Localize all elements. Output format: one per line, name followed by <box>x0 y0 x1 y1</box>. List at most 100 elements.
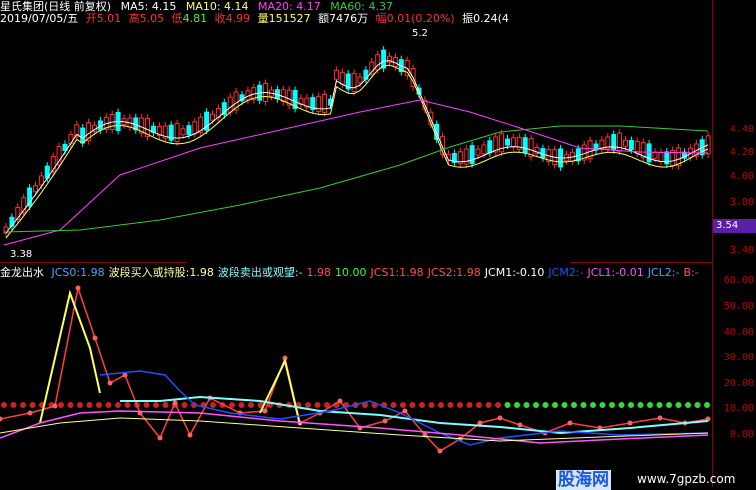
candle-body <box>505 138 510 146</box>
legend-item-value: 1.98 <box>189 266 214 279</box>
signal-dot <box>181 402 188 408</box>
signal-dot <box>105 402 112 408</box>
signal-dot <box>77 402 83 408</box>
legend-item-value: - <box>579 266 584 279</box>
candle-body <box>192 121 198 135</box>
signal-dot <box>704 402 710 408</box>
legend-item-value: - <box>298 266 303 279</box>
watermark-url: www.7gpzb.com <box>637 472 736 486</box>
indicator-tick: 30.00 <box>723 352 754 363</box>
candle-body <box>186 125 192 136</box>
signal-dot <box>580 402 587 408</box>
quote-row: 2019/07/05/五 开5.01 高5.05 低4.81 收4.99 量15… <box>0 13 509 25</box>
candle-body <box>80 127 86 144</box>
signal-dot <box>542 402 549 408</box>
signal-dot <box>86 402 93 408</box>
signal-dot <box>599 402 606 408</box>
legend-item-value: 10.00 <box>335 266 367 279</box>
jcs-point <box>172 400 178 406</box>
candle-body <box>33 185 38 193</box>
candle-body <box>487 140 493 154</box>
legend-item-label: JCS0: <box>51 266 81 279</box>
candle-body <box>210 113 215 121</box>
candle-body <box>56 146 62 166</box>
indicator-tick: 50.00 <box>723 301 754 312</box>
legend-item-value: 1.98 <box>456 266 481 279</box>
indicator-chart[interactable] <box>0 263 756 487</box>
volume-label: 量 <box>257 12 269 25</box>
signal-dot <box>248 402 254 408</box>
candle-body <box>322 93 328 113</box>
candle-body <box>68 134 74 145</box>
signal-dot <box>552 402 558 408</box>
signal-dot <box>571 402 577 408</box>
signal-dot <box>609 402 615 408</box>
signal-dot <box>124 402 131 408</box>
low-marker: 3.38 <box>10 249 33 260</box>
amplitude-value: 0.24(4 <box>473 12 509 25</box>
candle-body <box>522 137 528 154</box>
signal-dot <box>637 402 644 408</box>
signal-dot <box>694 402 701 408</box>
candle-body <box>705 135 711 155</box>
candle-body <box>351 72 357 92</box>
candle-body <box>180 128 186 136</box>
price-tick: 4.20 <box>729 147 754 158</box>
indicator-name[interactable]: 金龙出水 <box>0 266 44 279</box>
jcs-point <box>437 448 443 454</box>
signal-dot <box>476 402 482 408</box>
moving-average-line <box>5 64 709 239</box>
legend-item-value: - <box>694 266 699 279</box>
signal-dot <box>210 402 216 408</box>
legend-item: JCS2:1.98 <box>428 266 481 279</box>
quote-date: 2019/07/05/五 <box>0 12 79 25</box>
signal-dot <box>400 402 406 408</box>
signal-dot <box>656 402 663 408</box>
signal-dot <box>153 402 159 408</box>
indicator-tick: 60.00 <box>723 275 754 286</box>
signal-dot <box>590 402 596 408</box>
signal-dot <box>67 402 74 408</box>
candle-body <box>510 137 516 148</box>
indicator-tick: 10.00 <box>723 403 754 414</box>
signal-dot <box>438 402 444 408</box>
buy-hold-segment <box>259 358 301 426</box>
candle-body <box>333 69 339 80</box>
legend-item-label: B: <box>683 266 695 279</box>
jcs-point <box>75 285 81 291</box>
jcs-point <box>157 435 163 441</box>
change-value: 0.01(0.20%) <box>386 12 455 25</box>
watermark-logo: 股海网 <box>556 470 611 490</box>
legend-item-label: JCL2: <box>647 266 676 279</box>
candle-body <box>227 96 233 113</box>
legend-item-label: JCL1: <box>587 266 616 279</box>
legend-item-label: JCM2: <box>548 266 580 279</box>
legend-item-value: -0.10 <box>515 266 545 279</box>
signal-dot <box>1 402 7 408</box>
candle-body <box>658 151 664 162</box>
current-price-badge: 3.54 <box>713 219 756 233</box>
signal-dot <box>523 402 530 408</box>
jcs-point <box>657 415 663 421</box>
legend-item: JCM1:-0.10 <box>485 266 545 279</box>
signal-dot <box>390 402 397 408</box>
amplitude-label: 振 <box>462 12 474 25</box>
jcs-point <box>337 398 343 404</box>
legend-item-label: JCM1: <box>484 266 516 279</box>
jcs-point <box>0 416 3 422</box>
candle-body <box>617 132 623 152</box>
indicator-tick: 20.00 <box>723 378 754 389</box>
jcs-point <box>567 420 573 426</box>
signal-dot <box>58 402 64 408</box>
candle-body <box>623 139 628 147</box>
signal-dot <box>96 402 102 408</box>
price-tick: 4.00 <box>729 171 754 182</box>
signal-dot <box>162 402 169 408</box>
redacted-area <box>187 223 570 265</box>
candle-body <box>375 54 381 71</box>
amount-label: 额 <box>318 12 330 25</box>
signal-dot <box>457 402 463 408</box>
signal-dot <box>314 402 321 408</box>
open-value: 5.01 <box>96 12 122 25</box>
close-label: 收 <box>214 12 226 25</box>
